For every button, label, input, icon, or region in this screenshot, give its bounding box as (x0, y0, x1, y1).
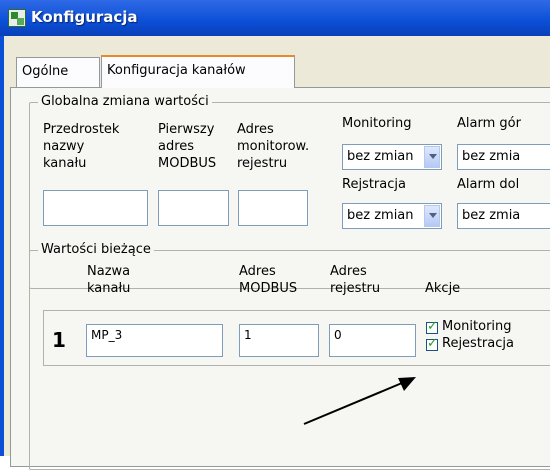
tab-channel-config[interactable]: Konfiguracja kanałów (101, 55, 295, 88)
tab-channel-config-label: Konfiguracja kanałów (107, 63, 246, 78)
